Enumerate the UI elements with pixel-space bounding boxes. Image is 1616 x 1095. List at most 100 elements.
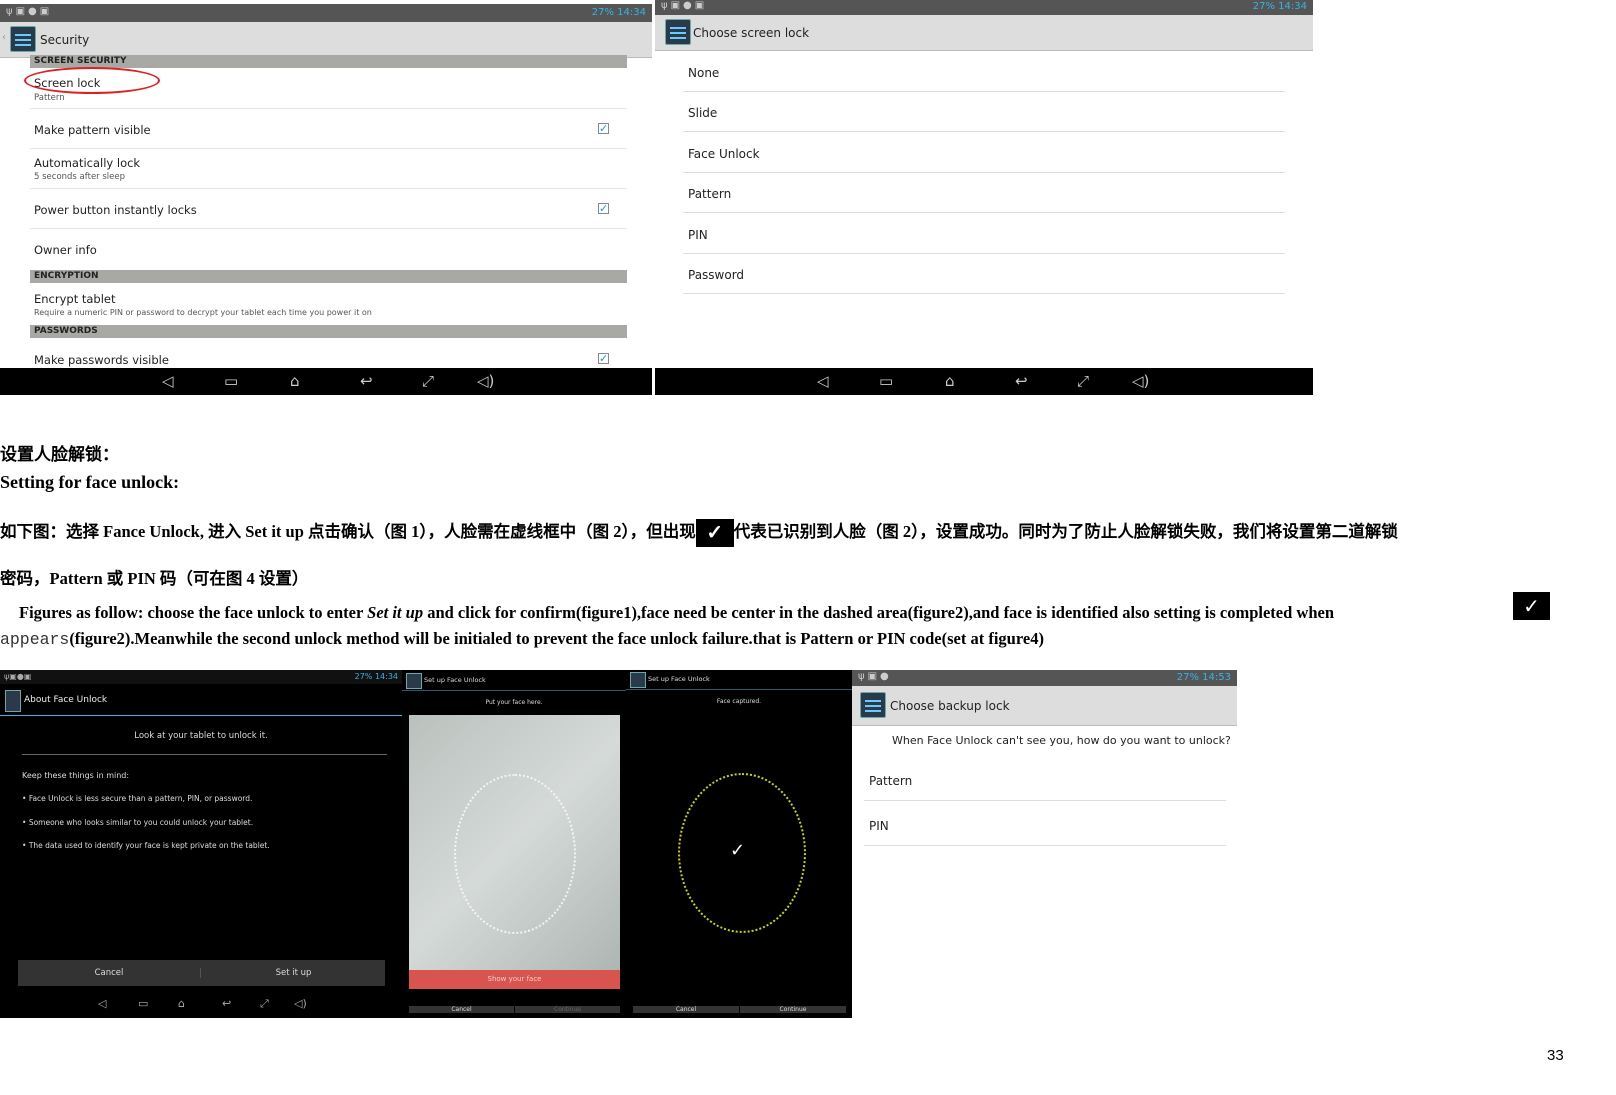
automatically-lock-item[interactable]: Automatically lock 5 seconds after sleep [30,149,627,189]
hint-text: Face captured. [716,698,762,705]
status-bar: ψ▣●▣ 27% 14:34 [0,670,402,684]
cancel-button[interactable]: Cancel [633,1006,739,1013]
volume-up-icon[interactable]: ◁) [1132,372,1149,390]
checkmark-icon: ✓ [1513,592,1550,620]
checkmark-icon: ✓ [695,519,734,548]
cancel-button[interactable]: Cancel [18,968,201,978]
make-pattern-visible-item[interactable]: Make pattern visible ✓ [30,109,627,149]
notification-icons: ψ▣●▣ [6,6,53,17]
back-icon[interactable]: ↩ [360,372,373,390]
settings-icon [10,26,36,52]
checkmark-icon: ✓ [730,840,746,861]
make-passwords-visible-item[interactable]: Make passwords visible ✓ [30,338,627,368]
volume-down-icon[interactable]: ◁ [98,997,106,1010]
text-label: Encrypt tablet [34,292,116,306]
page-title: Security [40,33,90,47]
volume-up-icon[interactable]: ◁) [294,997,307,1010]
back-icon[interactable]: ↩ [1015,372,1028,390]
text-label: The data used to identify your face is k… [28,841,270,850]
page-title: Choose screen lock [693,26,810,40]
continue-button[interactable]: Continue [740,1006,846,1013]
fullscreen-icon[interactable]: ⤢ [422,372,434,390]
paragraph-en-line1: Figures as follow: choose the face unloc… [19,603,1334,623]
home-icon[interactable]: ⌂ [178,997,185,1010]
page-title: About Face Unlock [24,695,108,705]
recent-apps-icon[interactable]: ▭ [879,372,893,390]
text-label: Make passwords visible [34,353,169,367]
text-label: 14:34 [374,672,398,681]
button-bar: Cancel Set it up [18,960,385,986]
option-face-unlock[interactable]: Face Unlock [683,133,1285,173]
home-icon[interactable]: ⌂ [290,372,300,390]
option-slide[interactable]: Slide [683,92,1285,132]
set-it-up-button[interactable]: Set it up [202,968,385,978]
option-pattern[interactable]: Pattern [864,760,1226,801]
paragraph-cn-line2: 密码，Pattern 或 PIN 码（可在图 4 设置） [0,569,309,588]
headline: Look at your tablet to unlock it. [134,731,268,741]
section-passwords: PASSWORDS [30,325,627,338]
bullet-item: • The data used to identify your face is… [22,841,270,850]
recent-apps-icon[interactable]: ▭ [224,372,238,390]
text-label: Owner info [34,243,97,257]
action-bar: Choose screen lock [655,15,1313,51]
show-face-banner: Show your face [409,970,620,989]
section-encryption: ENCRYPTION [30,270,627,283]
continue-button[interactable]: Continue [515,1006,620,1013]
status-bar: ψ▣● 27% 14:53 [852,670,1237,686]
face-guide-dashed-circle [454,774,576,934]
page-title: Choose backup lock [890,699,1010,713]
settings-icon [860,692,886,718]
back-chevron-icon[interactable]: ‹ [2,32,6,43]
option-password[interactable]: Password [683,254,1285,294]
recent-apps-icon[interactable]: ▭ [138,997,148,1010]
volume-up-icon[interactable]: ◁) [477,372,494,390]
power-button-locks-item[interactable]: Power button instantly locks ✓ [30,189,627,229]
text-label: Power button instantly locks [34,203,197,217]
text-label: Someone who looks similar to you could u… [28,818,254,827]
owner-info-item[interactable]: Owner info [30,229,627,269]
navigation-bar: ◁ ▭ ⌂ ↩ ⤢ ◁) [0,368,652,395]
text-label: Pattern [34,93,65,103]
page-title: Set up Face Unlock [648,675,710,683]
encrypt-tablet-item[interactable]: Encrypt tablet Require a numeric PIN or p… [30,283,627,325]
setup-face-unlock-camera-screenshot: Set up Face Unlock Put your face here. S… [402,670,626,1018]
paragraph-en-line2: appears(figure2).Meanwhile the second un… [0,629,1044,649]
navigation-bar: ◁ ▭ ⌂ ↩ ⤢ ◁) [655,368,1313,395]
text-label: Figures as follow: choose the face unloc… [19,603,368,622]
action-bar: ‹ Security [0,22,652,58]
cancel-button[interactable]: Cancel [409,1006,514,1013]
home-icon[interactable]: ⌂ [945,372,955,390]
text-label: appears [0,630,70,649]
choose-backup-lock-screenshot: ψ▣● 27% 14:53 Choose backup lock When Fac… [852,670,1237,1018]
text-label: 5 seconds after sleep [34,172,126,182]
section-screen-security: SCREEN SECURITY [30,55,627,68]
text-label: Automatically lock [34,156,141,170]
hint-text: Put your face here. [485,699,543,706]
option-pattern[interactable]: Pattern [683,173,1285,213]
text-label: (figure2).Meanwhile the second unlock me… [69,629,1044,648]
paragraph-cn-line1: 如下图：选择 Fance Unlock, 进入 Set it up 点击确认（图… [0,518,1398,548]
page-number: 33 [1547,1047,1564,1064]
page-title: Set up Face Unlock [424,676,486,684]
checkbox-checked-icon[interactable]: ✓ [598,353,609,364]
settings-icon [665,19,691,45]
heading-cn: 设置人脸解锁： [0,445,119,464]
text-label: and click for confirm(figure1),face need… [423,603,1335,622]
action-bar: Choose backup lock [852,686,1237,726]
fullscreen-icon[interactable]: ⤢ [260,997,269,1011]
battery-level: 27% [591,7,614,18]
about-face-unlock-screenshot: ψ▣●▣ 27% 14:34 About Face Unlock Look at … [0,670,402,1018]
checkbox-checked-icon[interactable]: ✓ [598,203,609,214]
back-icon[interactable]: ↩ [222,997,231,1010]
checkbox-checked-icon[interactable]: ✓ [598,123,609,134]
text-label: Face Unlock is less secure than a patter… [28,794,253,803]
option-pin[interactable]: PIN [864,805,1226,846]
text-label: 代表已识别到人脸（图 2），设置成功。同时为了防止人脸解锁失败，我们将设置第二道… [733,522,1398,541]
text-label: 27% [1176,672,1199,683]
fullscreen-icon[interactable]: ⤢ [1077,372,1089,390]
volume-down-icon[interactable]: ◁ [817,372,829,390]
volume-down-icon[interactable]: ◁ [162,372,174,390]
heading-en: Setting for face unlock: [0,472,180,492]
option-none[interactable]: None [683,52,1285,92]
option-pin[interactable]: PIN [683,214,1285,254]
